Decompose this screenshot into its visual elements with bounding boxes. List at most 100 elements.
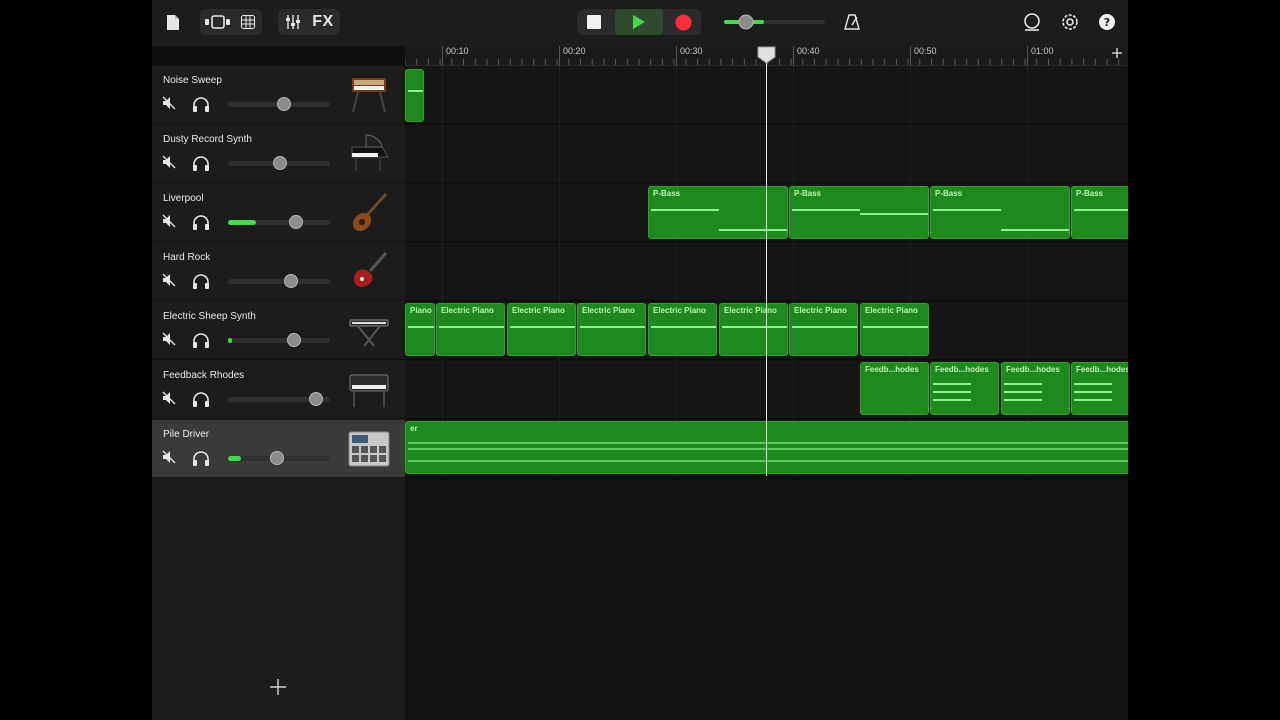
volume-knob[interactable] [284,274,299,288]
region-electric-piano[interactable]: Electric Piano [577,303,646,356]
region-note [1074,209,1128,211]
headphones-icon[interactable] [192,96,210,112]
track-header-hard-rock[interactable]: Hard Rock [152,243,405,301]
mute-icon[interactable] [162,155,176,169]
ruler-label: 01:00 [1031,46,1054,56]
record-button[interactable] [673,9,693,35]
volume-slider[interactable] [228,156,330,170]
track-header-feedback-rhodes[interactable]: Feedback Rhodes [152,361,405,419]
track-name: Feedback Rhodes [163,370,245,381]
volume-knob[interactable] [287,333,302,347]
region-feedback-rhodes[interactable]: Feedb...hodes [1071,362,1128,415]
volume-slider[interactable] [228,97,330,111]
region-label: Electric Piano [865,306,918,315]
region-label: Electric Piano [724,306,777,315]
mute-icon[interactable] [162,214,176,228]
headphones-icon[interactable] [192,273,210,289]
playhead-handle-icon[interactable] [757,46,776,64]
level-meter [228,338,233,343]
ruler-tick [1027,46,1028,66]
region-note [408,90,423,92]
track-header-noise-sweep[interactable]: Noise Sweep [152,66,405,124]
track-header-liverpool[interactable]: Liverpool [152,184,405,242]
mixer-icon[interactable] [282,9,304,35]
record-icon [675,14,691,30]
bass-guitar-icon [352,192,388,232]
master-volume-slider[interactable] [722,9,827,35]
fx-button[interactable]: FX [310,9,336,35]
region-label: Feedb...hodes [865,365,919,374]
volume-slider[interactable] [228,451,330,465]
region-electric-piano[interactable]: Electric Piano [860,303,929,356]
region-electric-piano[interactable]: Electric Piano [719,303,788,356]
region-electric-piano[interactable]: Electric Piano [507,303,576,356]
volume-knob[interactable] [273,156,288,170]
region-feedback-rhodes[interactable]: Feedb...hodes [930,362,999,415]
region-note [933,209,1001,211]
synth-keyboard-icon [352,78,386,113]
headphones-icon[interactable] [192,450,210,466]
add-track-icon[interactable] [269,678,287,696]
toolbar: FX ? [152,0,1128,46]
track-name: Electric Sheep Synth [163,311,256,322]
mute-icon[interactable] [162,332,176,346]
track-name: Dusty Record Synth [163,134,252,145]
region-electric-piano[interactable]: Electric Piano [436,303,505,356]
region-note [408,460,1128,462]
volume-knob[interactable] [289,215,304,229]
track-header-dusty-record-synth[interactable]: Dusty Record Synth [152,125,405,183]
region-note [1004,391,1042,393]
region-label: P-Bass [794,189,822,198]
track-header-pile-driver[interactable]: Pile Driver [152,420,405,478]
headphones-icon[interactable] [192,214,210,230]
add-section-icon[interactable] [1112,48,1122,58]
volume-slider[interactable] [228,215,330,229]
ruler-label: 00:50 [914,46,937,56]
grid-icon[interactable] [238,9,258,35]
volume-knob[interactable] [308,392,323,406]
headphones-icon[interactable] [192,155,210,171]
volume-slider[interactable] [228,333,330,347]
region-p-bass[interactable]: P-Bass [1071,186,1128,239]
region-note [439,326,504,328]
region-p-bass[interactable]: P-Bass [789,186,929,239]
region-label: P-Bass [653,189,681,198]
track-name: Pile Driver [163,429,210,440]
region-feedback-rhodes[interactable]: Feedb...hodes [860,362,929,415]
region-noise-sweep[interactable] [405,69,424,122]
ruler-label: 00:20 [563,46,586,56]
region-electric-piano[interactable]: Piano [405,303,435,356]
mute-icon[interactable] [162,391,176,405]
mute-icon[interactable] [162,450,176,464]
headphones-icon[interactable] [192,391,210,407]
play-button[interactable] [615,9,663,35]
region-electric-piano[interactable]: Electric Piano [789,303,858,356]
track-header-electric-sheep-synth[interactable]: Electric Sheep Synth [152,302,405,360]
region-note [408,448,1128,450]
metronome-icon[interactable] [842,9,862,35]
mute-icon[interactable] [162,96,176,110]
mute-icon[interactable] [162,273,176,287]
volume-knob[interactable] [277,97,292,111]
headphones-icon[interactable] [192,332,210,348]
region-feedback-rhodes[interactable]: Feedb...hodes [1001,362,1070,415]
region-note [580,326,645,328]
ruler-tick [559,46,560,66]
region-label: Electric Piano [441,306,494,315]
volume-knob[interactable] [269,451,284,465]
bar-gridline [559,66,560,476]
help-icon[interactable]: ? [1096,9,1118,35]
volume-slider[interactable] [228,274,330,288]
document-icon[interactable] [164,9,182,35]
region-p-bass[interactable]: P-Bass [930,186,1070,239]
bar-gridline [793,66,794,476]
loop-icon[interactable] [1021,9,1043,35]
stop-button[interactable] [584,9,604,35]
region-p-bass[interactable]: P-Bass [648,186,788,239]
loop-browser-icon[interactable] [202,9,232,35]
volume-slider[interactable] [228,392,330,406]
fx-label: FX [312,13,334,30]
region-electric-piano[interactable]: Electric Piano [648,303,717,356]
settings-icon[interactable] [1059,9,1081,35]
drum-machine-icon [348,431,390,467]
